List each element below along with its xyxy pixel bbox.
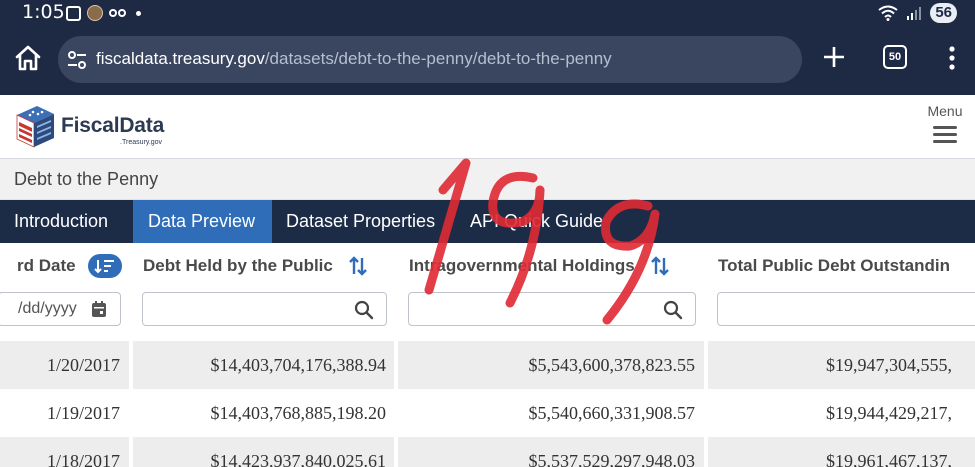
intragovernmental-filter-input[interactable]: [408, 292, 696, 326]
column-header-debt-held-by-public[interactable]: Debt Held by the Public: [143, 254, 369, 278]
browser-toolbar: fiscaldata.treasury.gov/datasets/debt-to…: [0, 30, 975, 90]
tab-data-preview[interactable]: Data Preview: [133, 200, 272, 243]
status-notification-icons: [66, 4, 141, 22]
url-text[interactable]: fiscaldata.treasury.gov/datasets/debt-to…: [96, 49, 612, 69]
dataset-section-tabs: Introduction Data Preview Dataset Proper…: [0, 200, 975, 243]
voicemail-icon: [109, 9, 126, 17]
cell-total-public-debt: $19,944,429,217,: [826, 403, 952, 423]
url-host: fiscaldata.treasury.gov: [96, 49, 265, 68]
cell-record-date: 1/19/2017: [46, 403, 120, 423]
fiscaldata-logo[interactable]: FiscalData .Treasury.gov: [13, 103, 164, 149]
date-filter-input[interactable]: /dd/yyyy: [0, 292, 121, 326]
app-avatar-icon: [87, 5, 103, 21]
breadcrumb: Debt to the Penny: [14, 169, 159, 189]
column-divider: [129, 437, 133, 467]
cell-debt-held-by-public: $14,403,768,885,198.20: [210, 403, 387, 423]
site-header: FiscalData .Treasury.gov Menu: [0, 95, 975, 159]
column-header-intragovernmental-holdings[interactable]: Intragovernmental Holdings: [409, 254, 671, 278]
screenshot-icon: [66, 5, 81, 21]
cell-intragovernmental-holdings: $5,540,660,331,908.57: [528, 403, 696, 423]
cell-intragovernmental-holdings: $5,537,529,297,948.03: [528, 451, 696, 467]
column-header-label: Intragovernmental Holdings: [409, 256, 635, 275]
status-system-icons: 56: [878, 2, 957, 24]
cell-record-date: 1/18/2017: [46, 451, 120, 467]
date-filter-placeholder: /dd/yyyy: [18, 300, 77, 317]
column-header-label: rd Date: [17, 256, 76, 275]
battery-indicator: 56: [930, 3, 957, 23]
column-header-label: Total Public Debt Outstandin: [718, 256, 951, 275]
column-header-label: Debt Held by the Public: [143, 256, 333, 275]
cell-total-public-debt: $19,961,467,137,: [826, 451, 952, 467]
table-row: 1/20/2017 $14,403,704,176,388.94 $5,543,…: [0, 341, 975, 389]
data-preview-table: rd Date Debt Held by the Public Intragov…: [0, 243, 975, 467]
home-icon[interactable]: [12, 42, 44, 74]
cell-record-date: 1/20/2017: [46, 355, 120, 375]
more-options-icon[interactable]: [945, 44, 959, 72]
sort-icon[interactable]: [347, 255, 369, 277]
wifi-icon: [878, 5, 898, 21]
fiscaldata-wordmark: FiscalData .Treasury.gov: [61, 114, 165, 146]
logo-text: FiscalData: [61, 114, 165, 137]
search-icon: [354, 300, 374, 320]
fiscaldata-logo-icon: [16, 106, 54, 148]
tab-introduction[interactable]: Introduction: [0, 200, 133, 243]
cell-total-public-debt: $19,947,304,555,: [826, 355, 952, 375]
search-icon: [663, 300, 683, 320]
column-divider: [704, 437, 708, 467]
cell-intragovernmental-holdings: $5,543,600,378,823.55: [528, 355, 696, 375]
tab-dataset-properties[interactable]: Dataset Properties: [272, 200, 454, 243]
hamburger-icon: [933, 126, 957, 143]
more-notifications-dot-icon: [136, 10, 141, 16]
calendar-icon[interactable]: [90, 300, 108, 318]
column-header-total-public-debt[interactable]: Total Public Debt Outstandin: [718, 254, 950, 278]
status-time: 1:05: [22, 1, 65, 23]
cell-debt-held-by-public: $14,423,937,840,025.61: [210, 451, 387, 467]
column-divider: [394, 437, 398, 467]
column-divider: [394, 341, 398, 389]
sort-descending-icon[interactable]: [87, 254, 122, 278]
column-header-record-date[interactable]: rd Date: [17, 254, 122, 278]
breadcrumb-bar: Debt to the Penny: [0, 159, 975, 200]
url-path: /datasets/debt-to-the-penny/debt-to-the-…: [264, 49, 612, 68]
table-row: 1/19/2017 $14,403,768,885,198.20 $5,540,…: [0, 389, 975, 437]
sort-icon[interactable]: [649, 255, 671, 277]
debt-held-filter-input[interactable]: [142, 292, 387, 326]
new-tab-icon[interactable]: [821, 44, 847, 70]
tab-api-quick-guide[interactable]: API Quick Guide: [454, 200, 624, 243]
column-divider: [129, 341, 133, 389]
site-settings-icon[interactable]: [66, 49, 88, 71]
total-debt-filter-input[interactable]: [717, 292, 975, 326]
tab-switcher-button[interactable]: 50: [883, 45, 907, 69]
cell-debt-held-by-public: $14,403,704,176,388.94: [210, 355, 387, 375]
signal-icon: [907, 7, 922, 20]
site-menu-button[interactable]: Menu: [925, 103, 965, 149]
address-bar[interactable]: fiscaldata.treasury.gov/datasets/debt-to…: [58, 36, 802, 83]
browser-chrome: 1:05 56 fiscaldata.treasury.gov/datasets…: [0, 0, 975, 95]
menu-label: Menu: [927, 103, 963, 119]
column-divider: [704, 341, 708, 389]
logo-subtext: .Treasury.gov: [120, 139, 163, 146]
status-bar: 1:05 56: [0, 0, 975, 26]
table-row: 1/18/2017 $14,423,937,840,025.61 $5,537,…: [0, 437, 975, 467]
